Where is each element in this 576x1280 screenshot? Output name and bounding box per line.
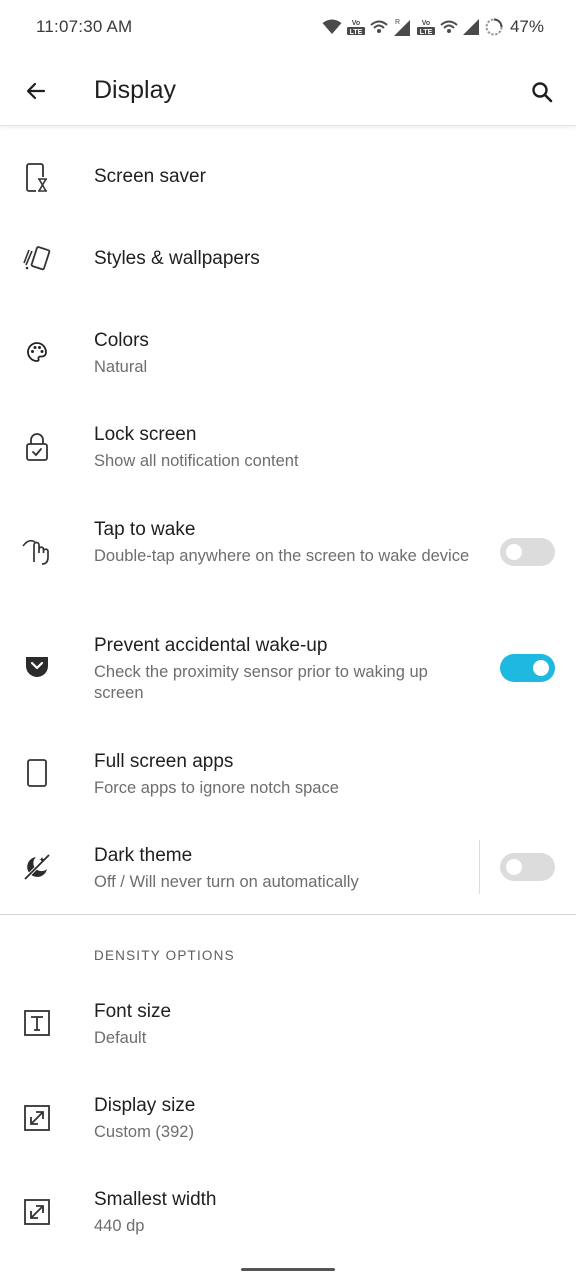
status-icons: Vo LTE R Vo LTE 47% [322, 16, 544, 38]
setting-summary: Custom (392) [94, 1123, 194, 1141]
hotspot-icon [370, 20, 388, 33]
setting-full-screen-apps[interactable]: Full screen apps Force apps to ignore no… [0, 728, 576, 822]
setting-font-size[interactable]: Font size Default [0, 978, 576, 1070]
setting-title: Prevent accidental wake-up [94, 635, 328, 656]
prevent-wakeup-toggle[interactable] [500, 654, 555, 682]
setting-title: Tap to wake [94, 519, 196, 540]
toggle-knob [533, 660, 549, 676]
setting-display-size[interactable]: Display size Custom (392) [0, 1072, 576, 1166]
setting-prevent-accidental-wakeup[interactable]: Prevent accidental wake-up Check the pro… [0, 612, 576, 724]
setting-title: Display size [94, 1095, 196, 1116]
toggle-divider [479, 840, 480, 894]
setting-title: Screen saver [94, 166, 206, 187]
setting-dark-theme[interactable]: Dark theme Off / Will never turn on auto… [0, 822, 576, 914]
setting-summary: Check the proximity sensor prior to waki… [94, 663, 428, 702]
pocket-icon [20, 650, 54, 684]
volte-icon: Vo LTE [346, 20, 365, 36]
dark-theme-icon [20, 850, 54, 884]
arrow-back-icon [26, 82, 46, 100]
volte-text: Vo [352, 20, 360, 27]
volte-text: LTE [420, 29, 433, 36]
setting-smallest-width[interactable]: Smallest width 440 dp [0, 1166, 576, 1258]
setting-title: Full screen apps [94, 751, 234, 772]
signal-icon [462, 19, 479, 35]
setting-summary: Default [94, 1029, 147, 1047]
tap-icon [20, 534, 54, 568]
setting-title: Styles & wallpapers [94, 248, 260, 269]
phone-outline-icon [20, 756, 54, 790]
styles-icon [20, 242, 54, 276]
battery-percent: 47% [509, 17, 544, 36]
app-bar: Display [0, 56, 576, 126]
setting-summary: Double-tap anywhere on the screen to wak… [94, 547, 470, 565]
dark-theme-toggle[interactable] [500, 853, 555, 881]
setting-title: Font size [94, 1001, 172, 1022]
setting-title: Lock screen [94, 424, 197, 445]
setting-summary: Natural [94, 358, 148, 376]
setting-title: Dark theme [94, 845, 193, 866]
section-divider [0, 914, 576, 915]
roaming-indicator: R [395, 19, 400, 26]
tap-to-wake-toggle[interactable] [500, 538, 555, 566]
setting-title: Colors [94, 330, 149, 351]
setting-summary: Show all notification content [94, 452, 299, 470]
section-header-density: DENSITY OPTIONS [94, 948, 235, 963]
gesture-nav-handle[interactable] [241, 1268, 335, 1271]
setting-tap-to-wake[interactable]: Tap to wake Double-tap anywhere on the s… [0, 496, 576, 608]
font-size-icon [20, 1006, 54, 1040]
setting-title: Smallest width [94, 1189, 217, 1210]
setting-lock-screen[interactable]: Lock screen Show all notification conten… [0, 400, 576, 494]
status-time: 11:07:30 AM [36, 17, 133, 36]
signal-roaming-icon: R [393, 19, 410, 36]
status-bar: 11:07:30 AM Vo LTE R Vo LTE 47% [0, 0, 576, 56]
toggle-knob [506, 859, 522, 875]
setting-styles-wallpapers[interactable]: Styles & wallpapers [0, 212, 576, 306]
wifi-icon [322, 19, 342, 34]
volte-text: LTE [350, 29, 363, 36]
palette-icon [20, 335, 54, 369]
resize-icon [20, 1101, 54, 1135]
screen-saver-icon [20, 161, 54, 195]
search-icon [532, 82, 553, 103]
battery-icon [485, 18, 503, 36]
resize-icon [20, 1195, 54, 1229]
lock-icon [20, 430, 54, 464]
setting-summary: 440 dp [94, 1217, 145, 1235]
setting-summary: Force apps to ignore notch space [94, 779, 339, 797]
setting-summary: Off / Will never turn on automatically [94, 873, 359, 891]
volte-icon: Vo LTE [416, 20, 435, 36]
volte-text: Vo [422, 20, 430, 27]
hotspot-icon [440, 20, 458, 33]
search-button[interactable] [522, 72, 562, 112]
setting-colors[interactable]: Colors Natural [0, 306, 576, 398]
page-title: Display [94, 76, 176, 104]
back-button[interactable] [18, 73, 54, 109]
toggle-knob [506, 544, 522, 560]
